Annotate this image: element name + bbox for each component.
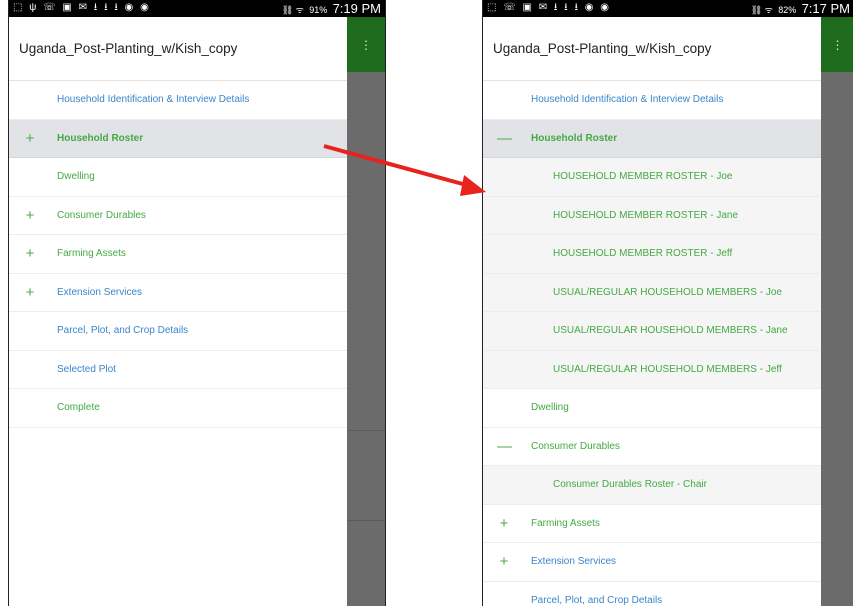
nav-item-label: Household Identification & Interview Det… xyxy=(531,94,724,106)
battery-percent: 82% xyxy=(778,5,797,15)
notification-icons: ⬚ ☏ ▣ ✉ ⭳ ⭳ ⭳ ◉ ◉ xyxy=(487,2,611,13)
nav-item-label: USUAL/REGULAR HOUSEHOLD MEMBERS - Joe xyxy=(553,286,782,298)
clock: 7:17 PM xyxy=(801,1,850,16)
collapse-minus-icon[interactable]: — xyxy=(497,131,512,146)
nav-item-household-identification-interview-details[interactable]: Household Identification & Interview Det… xyxy=(483,81,821,120)
nav-item-usual-regular-household-members-jeff[interactable]: USUAL/REGULAR HOUSEHOLD MEMBERS - Jeff xyxy=(483,350,821,389)
nav-item-household-member-roster-joe[interactable]: HOUSEHOLD MEMBER ROSTER - Joe xyxy=(483,158,821,197)
nav-item-parcel-plot-and-crop-details[interactable]: Parcel, Plot, and Crop Details xyxy=(9,312,347,351)
signal-icons: ⛓ ᯤ xyxy=(750,5,773,15)
nav-item-label: Consumer Durables xyxy=(57,209,146,221)
nav-item-farming-assets[interactable]: + Farming Assets xyxy=(9,235,347,274)
nav-item-label: Household Roster xyxy=(57,132,144,144)
expand-plus-icon[interactable]: + xyxy=(23,246,37,261)
nav-item-label: HOUSEHOLD MEMBER ROSTER - Jane xyxy=(553,209,739,221)
drawer-title: Uganda_Post-Planting_w/Kish_copy xyxy=(9,17,347,81)
nav-item-label: Parcel, Plot, and Crop Details xyxy=(57,325,189,337)
nav-item-extension-services[interactable]: + Extension Services xyxy=(483,543,821,582)
nav-item-consumer-durables[interactable]: — Consumer Durables xyxy=(483,428,821,466)
expand-plus-icon[interactable]: + xyxy=(497,554,511,569)
nav-item-household-member-roster-jeff[interactable]: HOUSEHOLD MEMBER ROSTER - Jeff xyxy=(483,235,821,274)
status-right: ⛓ ᯤ 91% 7:19 PM xyxy=(282,1,381,16)
nav-item-selected-plot[interactable]: Selected Plot xyxy=(9,351,347,389)
phone-screenshot-left: ⬚ ψ ☏ ▣ ✉ ⭳ ⭳ ⭳ ◉ ◉ ⛓ ᯤ 91% 7:19 PM ⋮ Ug… xyxy=(8,0,386,606)
nav-item-consumer-durables[interactable]: + Consumer Durables xyxy=(9,197,347,235)
overflow-menu-icon[interactable]: ⋮ xyxy=(360,39,372,51)
nav-item-household-member-roster-jane[interactable]: HOUSEHOLD MEMBER ROSTER - Jane xyxy=(483,196,821,235)
nav-item-parcel-plot-and-crop-details[interactable]: Parcel, Plot, and Crop Details xyxy=(483,582,821,606)
nav-item-label: Household Identification & Interview Det… xyxy=(57,94,250,106)
nav-item-label: Selected Plot xyxy=(57,363,116,375)
nav-item-label: USUAL/REGULAR HOUSEHOLD MEMBERS - Jane xyxy=(553,325,788,337)
clock: 7:19 PM xyxy=(332,1,381,16)
navigation-drawer: Uganda_Post-Planting_w/Kish_copy Househo… xyxy=(9,17,347,606)
background-divider xyxy=(347,430,385,431)
expand-plus-icon[interactable]: + xyxy=(23,285,37,300)
nav-item-usual-regular-household-members-joe[interactable]: USUAL/REGULAR HOUSEHOLD MEMBERS - Joe xyxy=(483,273,821,312)
notification-icons: ⬚ ψ ☏ ▣ ✉ ⭳ ⭳ ⭳ ◉ ◉ xyxy=(13,2,151,13)
app-bar: ⋮ xyxy=(821,17,853,72)
nav-item-label: Farming Assets xyxy=(531,517,600,529)
nav-item-household-identification-interview-details[interactable]: Household Identification & Interview Det… xyxy=(9,81,347,120)
navigation-drawer: Uganda_Post-Planting_w/Kish_copy Househo… xyxy=(483,17,821,606)
section-list: Household Identification & Interview Det… xyxy=(483,81,821,606)
section-list: Household Identification & Interview Det… xyxy=(9,81,347,428)
nav-item-complete[interactable]: Complete xyxy=(9,389,347,428)
collapse-minus-icon[interactable]: — xyxy=(497,439,512,454)
nav-item-farming-assets[interactable]: + Farming Assets xyxy=(483,505,821,543)
status-bar: ⬚ ☏ ▣ ✉ ⭳ ⭳ ⭳ ◉ ◉ ⛓ ᯤ 82% 7:17 PM xyxy=(483,0,853,17)
signal-icons: ⛓ ᯤ xyxy=(281,5,304,15)
nav-item-label: HOUSEHOLD MEMBER ROSTER - Joe xyxy=(553,171,733,183)
nav-item-label: USUAL/REGULAR HOUSEHOLD MEMBERS - Jeff xyxy=(553,363,782,375)
status-right: ⛓ ᯤ 82% 7:17 PM xyxy=(751,1,850,16)
overflow-menu-icon[interactable]: ⋮ xyxy=(832,39,844,51)
nav-item-label: Farming Assets xyxy=(57,248,126,260)
nav-item-label: Dwelling xyxy=(57,171,95,183)
phone-screenshot-right: ⬚ ☏ ▣ ✉ ⭳ ⭳ ⭳ ◉ ◉ ⛓ ᯤ 82% 7:17 PM ⋮ Ugan… xyxy=(482,0,853,606)
nav-item-label: Extension Services xyxy=(531,556,617,568)
nav-item-label: Complete xyxy=(57,402,100,414)
app-bar: ⋮ xyxy=(347,17,385,72)
expand-plus-icon[interactable]: + xyxy=(497,516,511,531)
nav-item-label: Consumer Durables xyxy=(531,440,620,452)
nav-item-label: Consumer Durables Roster - Chair xyxy=(553,479,707,491)
nav-item-household-roster[interactable]: + Household Roster xyxy=(9,119,347,158)
expand-plus-icon[interactable]: + xyxy=(23,208,37,223)
battery-percent: 91% xyxy=(309,5,328,15)
nav-item-label: Extension Services xyxy=(57,286,143,298)
nav-item-consumer-durables-roster-chair[interactable]: Consumer Durables Roster - Chair xyxy=(483,466,821,505)
nav-item-label: Dwelling xyxy=(531,402,569,414)
nav-item-household-roster[interactable]: — Household Roster xyxy=(483,119,821,158)
nav-item-usual-regular-household-members-jane[interactable]: USUAL/REGULAR HOUSEHOLD MEMBERS - Jane xyxy=(483,312,821,351)
nav-item-label: Parcel, Plot, and Crop Details xyxy=(531,594,663,606)
nav-item-dwelling[interactable]: Dwelling xyxy=(483,389,821,428)
nav-item-label: HOUSEHOLD MEMBER ROSTER - Jeff xyxy=(553,248,733,260)
status-bar: ⬚ ψ ☏ ▣ ✉ ⭳ ⭳ ⭳ ◉ ◉ ⛓ ᯤ 91% 7:19 PM xyxy=(9,0,385,17)
drawer-title: Uganda_Post-Planting_w/Kish_copy xyxy=(483,17,821,81)
nav-item-dwelling[interactable]: Dwelling xyxy=(9,158,347,197)
nav-item-label: Household Roster xyxy=(531,132,618,144)
expand-plus-icon[interactable]: + xyxy=(23,131,37,146)
background-divider xyxy=(347,520,385,521)
nav-item-extension-services[interactable]: + Extension Services xyxy=(9,274,347,312)
